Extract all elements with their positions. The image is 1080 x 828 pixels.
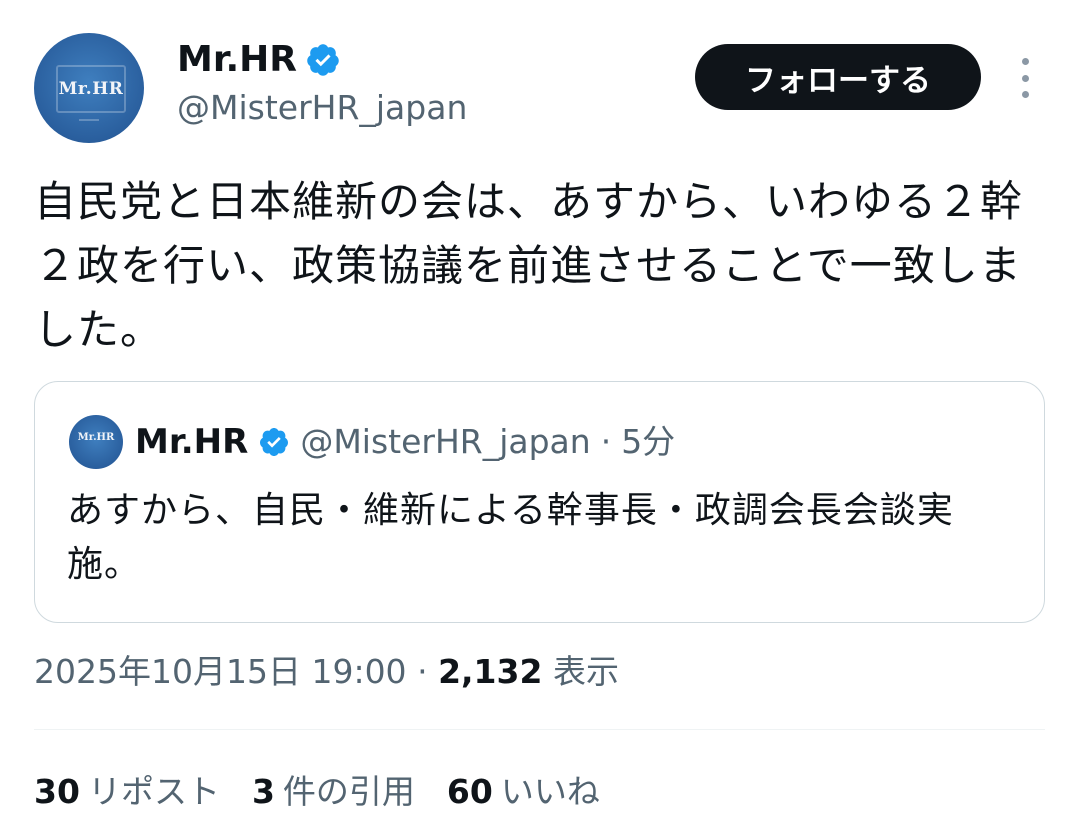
quoted-text: あすから、自民・維新による幹事長・政調会長会談実施。 bbox=[67, 490, 954, 585]
verified-badge-icon bbox=[307, 44, 339, 76]
more-dot bbox=[1021, 91, 1029, 98]
verified-badge-icon bbox=[260, 428, 289, 456]
views-label: 表示 bbox=[552, 652, 619, 691]
views-count: 2,132 bbox=[438, 652, 543, 691]
more-vertical-icon[interactable] bbox=[1010, 58, 1040, 98]
avatar-stand bbox=[79, 111, 99, 121]
likes-count: 60 bbox=[446, 772, 493, 811]
avatar-logo-text: Mr.HR bbox=[58, 79, 124, 99]
meta-separator: · bbox=[417, 652, 428, 691]
quotes-label: 件の引用 bbox=[282, 772, 415, 811]
quoted-avatar-logo-text: Mr.HR bbox=[77, 432, 115, 443]
engagement-stats: 30 リポスト 3 件の引用 60 いいね bbox=[34, 768, 600, 816]
avatar-screen: Mr.HR bbox=[56, 65, 126, 113]
quotes-stat[interactable]: 3 件の引用 bbox=[252, 768, 415, 816]
follow-button[interactable]: フォローする bbox=[695, 44, 981, 110]
more-dot bbox=[1021, 58, 1029, 65]
tweet-body: 自民党と日本維新の会は、あすから、いわゆる２幹２政を行い、政策協議を前進させるこ… bbox=[34, 177, 1024, 354]
reposts-label: リポスト bbox=[87, 772, 220, 811]
quotes-count: 3 bbox=[251, 772, 275, 811]
quoted-tweet-card[interactable]: Mr.HR Mr.HR @MisterHR_japan · 5分 あすから、自民… bbox=[34, 381, 1045, 623]
author-handle[interactable]: @MisterHR_japan bbox=[177, 86, 467, 130]
quoted-handle[interactable]: @MisterHR_japan bbox=[300, 418, 590, 466]
likes-stat[interactable]: 60 いいね bbox=[447, 768, 600, 816]
reposts-stat[interactable]: 30 リポスト bbox=[34, 768, 220, 816]
tweet-timestamp[interactable]: 2025年10月15日 19:00 bbox=[34, 652, 407, 691]
quoted-display-name[interactable]: Mr.HR bbox=[135, 418, 248, 466]
quoted-time[interactable]: 5分 bbox=[621, 418, 675, 466]
tweet-meta: 2025年10月15日 19:00 · 2,132 表示 bbox=[34, 650, 619, 694]
author-avatar[interactable]: Mr.HR bbox=[34, 33, 144, 143]
author-name-row[interactable]: Mr.HR bbox=[177, 38, 341, 82]
reposts-count: 30 bbox=[34, 772, 80, 811]
likes-label: いいね bbox=[500, 772, 600, 811]
quoted-header: Mr.HR @MisterHR_japan · 5分 bbox=[135, 418, 675, 466]
author-display-name[interactable]: Mr.HR bbox=[177, 38, 297, 82]
quoted-separator: · bbox=[600, 422, 612, 461]
more-dot bbox=[1021, 74, 1029, 82]
divider bbox=[34, 729, 1045, 730]
quoted-avatar[interactable]: Mr.HR bbox=[69, 415, 123, 469]
